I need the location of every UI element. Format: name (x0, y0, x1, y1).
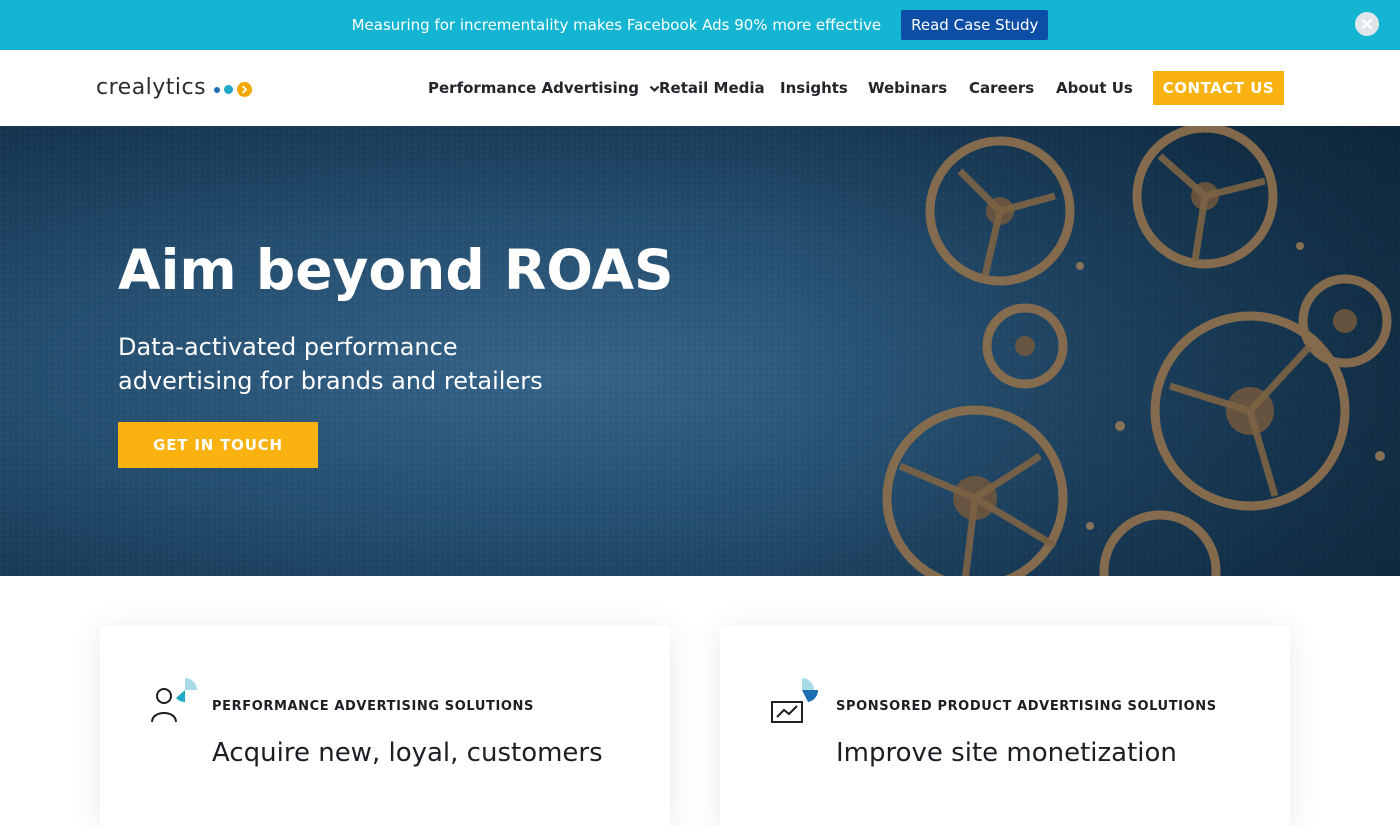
nav-item-about-us[interactable]: About Us (1056, 79, 1133, 97)
nav-item-insights[interactable]: Insights (780, 79, 848, 97)
logo[interactable]: crealytics (96, 75, 256, 100)
solution-card-sponsored-product[interactable]: SPONSORED PRODUCT ADVERTISING SOLUTIONS … (720, 626, 1290, 826)
chart-icon (771, 678, 818, 723)
solution-card-performance[interactable]: PERFORMANCE ADVERTISING SOLUTIONS Acquir… (100, 626, 670, 826)
card-title: Acquire new, loyal, customers (212, 738, 603, 768)
card-kicker: PERFORMANCE ADVERTISING SOLUTIONS (212, 699, 534, 714)
logo-wordmark: crealytics (96, 75, 207, 100)
close-icon[interactable] (1355, 12, 1379, 36)
nav-item-webinars[interactable]: Webinars (868, 79, 947, 97)
customer-icon (151, 678, 197, 723)
announcement-bar: Measuring for incrementality makes Faceb… (0, 0, 1400, 50)
nav-item-careers[interactable]: Careers (969, 79, 1034, 97)
card-kicker: SPONSORED PRODUCT ADVERTISING SOLUTIONS (836, 699, 1217, 714)
card-title: Improve site monetization (836, 738, 1177, 768)
logo-dots-icon (214, 82, 256, 97)
announcement-message: Measuring for incrementality makes Faceb… (351, 16, 882, 34)
nav-item-label: Performance Advertising (428, 79, 640, 97)
hero-banner: Aim beyond ROAS Data-activated performan… (0, 126, 1400, 576)
main-navigation: crealytics Performance Advertising Retai… (0, 50, 1400, 126)
contact-us-button[interactable]: CONTACT US (1153, 71, 1284, 105)
read-case-study-button[interactable]: Read Case Study (901, 10, 1049, 40)
hero-title: Aim beyond ROAS (118, 238, 674, 302)
get-in-touch-button[interactable]: GET IN TOUCH (118, 422, 318, 468)
nav-item-retail-media[interactable]: Retail Media (659, 79, 765, 97)
hero-subtitle: Data-activated performance advertising f… (118, 333, 543, 395)
nav-item-performance-advertising[interactable]: Performance Advertising (428, 79, 660, 97)
